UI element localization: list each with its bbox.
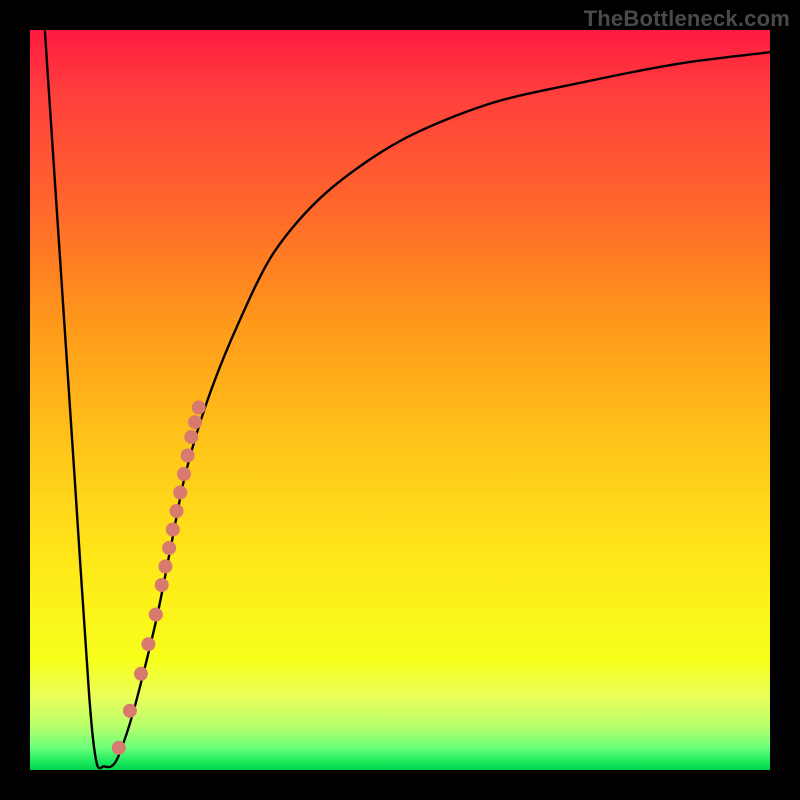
marker-dot xyxy=(158,560,172,574)
plot-area xyxy=(30,30,770,770)
marker-dot xyxy=(188,415,202,429)
marker-dot xyxy=(170,504,184,518)
marker-dot xyxy=(184,430,198,444)
bottleneck-curve xyxy=(45,30,770,768)
marker-dot xyxy=(155,578,169,592)
watermark-text: TheBottleneck.com xyxy=(584,6,790,32)
marker-dot xyxy=(181,449,195,463)
marker-dot xyxy=(192,400,206,414)
marker-dot xyxy=(173,486,187,500)
marker-group xyxy=(112,400,206,754)
marker-dot xyxy=(134,667,148,681)
marker-dot xyxy=(141,637,155,651)
marker-dot xyxy=(123,704,137,718)
chart-frame: TheBottleneck.com xyxy=(0,0,800,800)
marker-dot xyxy=(112,741,126,755)
marker-dot xyxy=(162,541,176,555)
chart-svg xyxy=(30,30,770,770)
marker-dot xyxy=(166,523,180,537)
marker-dot xyxy=(149,608,163,622)
marker-dot xyxy=(177,467,191,481)
